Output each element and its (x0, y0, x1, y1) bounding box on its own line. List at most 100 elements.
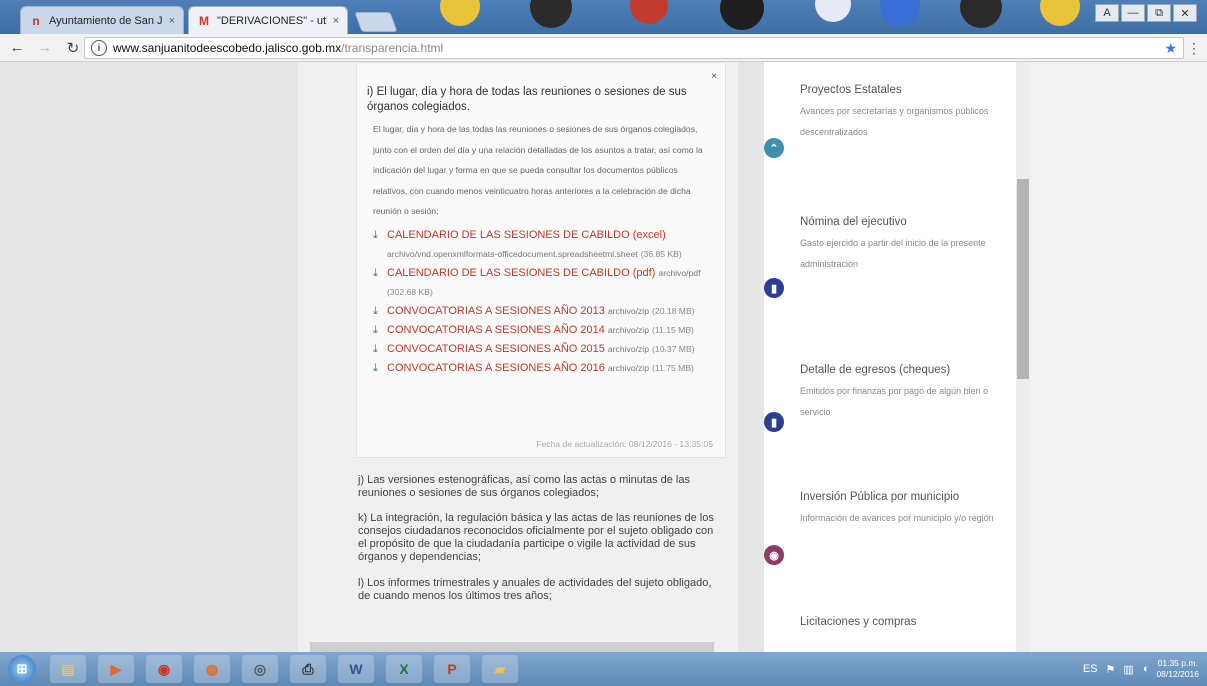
windows-taskbar: ⊞ ▤ ▶ ◉ ◍ ◎ ⎙ W X P ▰ ES ⚑ ▥ ◖ 01:35 p.m. 08/12/2… (0, 652, 1207, 686)
update-date: Fecha de actualización: 08/12/2016 - 13:… (536, 439, 713, 449)
sidebar-item-title[interactable]: Nómina del ejecutivo (800, 212, 1000, 233)
info-icon[interactable]: i (91, 40, 107, 56)
powerpoint-icon[interactable]: P (434, 655, 470, 683)
tab-close-icon[interactable]: × (333, 15, 339, 27)
location-icon: ◉ (764, 545, 784, 565)
volume-icon[interactable]: ◖ (1142, 663, 1149, 675)
file-link[interactable]: CALENDARIO DE LAS SESIONES DE CABILDO (p… (387, 267, 655, 279)
item-j: j) Las versiones estenográficas, así com… (358, 474, 690, 499)
new-tab-button[interactable] (354, 12, 398, 32)
horizontal-scrollbar[interactable] (310, 642, 714, 652)
sidebar-item-desc: Gasto ejercido a partir del inicio de la… (800, 238, 986, 269)
tab-derivaciones[interactable]: M "DERIVACIONES" - utm × (188, 6, 348, 34)
flag-icon[interactable]: ⚑ (1106, 663, 1116, 676)
file-list: ⤓ CALENDARIO DE LAS SESIONES DE CABILDO (… (373, 226, 713, 378)
chevrons-up-icon: ⌃ (764, 138, 784, 158)
panel-title: i) El lugar, día y hora de todas las reu… (367, 86, 687, 113)
printer-icon[interactable]: ⎙ (290, 655, 326, 683)
explorer-icon[interactable]: ▤ (50, 655, 86, 683)
file-link[interactable]: CONVOCATORIAS A SESIONES AÑO 2015 (387, 343, 605, 355)
file-size: (11.75 MB) (652, 362, 694, 373)
file-link[interactable]: CONVOCATORIAS A SESIONES AÑO 2014 (387, 324, 605, 336)
sidebar-item-desc: Información de avances por municipio y/o… (800, 513, 994, 523)
detail-panel: × i) El lugar, día y hora de todas las r… (356, 62, 726, 458)
url-path: /transparencia.html (341, 41, 444, 55)
file-type: archivo/zip (607, 324, 649, 335)
sidebar-item-desc: Avances por secretarías y organismos púb… (800, 106, 989, 137)
file-type: archivo/zip (607, 343, 649, 354)
scrollbar-thumb[interactable] (1017, 179, 1029, 379)
tab-close-icon[interactable]: × (169, 15, 175, 27)
file-size: (20.18 MB) (652, 305, 695, 316)
download-icon[interactable]: ⤓ (373, 264, 387, 302)
file-type: archivo/pdf (658, 267, 701, 278)
panel-description: El lugar, día y hora de las todas las re… (373, 124, 703, 217)
reload-icon[interactable]: ↻ (62, 37, 84, 59)
download-icon[interactable]: ⤓ (373, 226, 387, 264)
file-size: (36.85 KB) (640, 248, 682, 259)
vertical-scrollbar[interactable] (1016, 62, 1030, 652)
download-icon[interactable]: ⤓ (373, 321, 387, 340)
page-margin (1030, 62, 1207, 652)
start-button[interactable]: ⊞ (0, 652, 44, 686)
menu-icon[interactable]: ⋮ (1187, 40, 1201, 57)
clock-date: 08/12/2016 (1156, 669, 1199, 679)
window-controls: A — ⧉ ✕ (1095, 4, 1197, 22)
forward-icon[interactable]: → (34, 37, 56, 59)
address-bar[interactable]: i www.sanjuanitodeescobedo.jalisco.gob.m… (84, 37, 1184, 59)
tab-label: "DERIVACIONES" - utm (217, 14, 327, 27)
browser-titlebar: n Ayuntamiento de San J × M "DERIVACIONE… (0, 0, 1207, 34)
sidebar-item-title[interactable]: Licitaciones y compras (800, 612, 1000, 633)
minimize-button[interactable]: — (1121, 4, 1145, 22)
sidebar-item[interactable]: Licitaciones y compras (800, 612, 1000, 633)
tab-ayuntamiento[interactable]: n Ayuntamiento de San J × (20, 6, 184, 34)
close-icon[interactable]: × (711, 71, 717, 82)
n-favicon-icon: n (32, 13, 40, 28)
bookmark-star-icon[interactable]: ★ (1164, 40, 1177, 57)
close-window-button[interactable]: ✕ (1173, 4, 1197, 22)
file-link[interactable]: CALENDARIO DE LAS SESIONES DE CABILDO (e… (387, 229, 666, 241)
media-player-icon[interactable]: ▶ (98, 655, 134, 683)
sidebar-item-title[interactable]: Inversión Pública por municipio (800, 487, 1000, 508)
file-type: archivo/vnd.openxmlformats-officedocumen… (387, 248, 638, 259)
sidebar-item-desc: Emitidos por finanzas por pago de algún … (800, 386, 989, 417)
clock-time: 01:35 p.m. (1157, 658, 1198, 668)
file-size: (11.15 MB) (652, 324, 694, 335)
system-tray: ES ⚑ ▥ ◖ 01:35 p.m. 08/12/2016 (1083, 658, 1207, 680)
item-k: k) La integración, la regulación básica … (358, 512, 714, 563)
file-link[interactable]: CONVOCATORIAS A SESIONES AÑO 2013 (387, 305, 605, 317)
chrome-icon[interactable]: ◉ (146, 655, 182, 683)
network-icon[interactable]: ▥ (1123, 663, 1133, 676)
file-item: ⤓ CALENDARIO DE LAS SESIONES DE CABILDO (… (373, 226, 713, 264)
file-link[interactable]: CONVOCATORIAS A SESIONES AÑO 2016 (387, 362, 605, 374)
file-item: ⤓ CONVOCATORIAS A SESIONES AÑO 2016 archi… (373, 359, 713, 378)
back-icon[interactable]: ← (6, 37, 28, 59)
gmail-icon: M (199, 13, 209, 28)
sidebar-item[interactable]: ⌃ Proyectos Estatales Avances por secretar… (764, 80, 1000, 158)
firefox-icon[interactable]: ◍ (194, 655, 230, 683)
browser-toolbar: ← → ↻ i www.sanjuanitodeescobedo.jalisco… (0, 34, 1207, 62)
restore-button[interactable]: ⧉ (1147, 4, 1171, 22)
sidebar-item[interactable]: ▮ Nómina del ejecutivo Gasto ejercido a pa… (764, 212, 1000, 298)
clock[interactable]: 01:35 p.m. 08/12/2016 (1156, 658, 1199, 680)
file-item: ⤓ CALENDARIO DE LAS SESIONES DE CABILDO (… (373, 264, 713, 302)
file-type: archivo/zip (607, 305, 649, 316)
sidebar-item-title[interactable]: Detalle de egresos (cheques) (800, 360, 1000, 381)
download-icon[interactable]: ⤓ (373, 340, 387, 359)
url-host: www.sanjuanitodeescobedo.jalisco.gob.mx (113, 41, 342, 55)
download-icon[interactable]: ⤓ (373, 359, 387, 378)
download-icon[interactable]: ⤓ (373, 302, 387, 321)
file-item: ⤓ CONVOCATORIAS A SESIONES AÑO 2013 archi… (373, 302, 713, 321)
folder-icon[interactable]: ▰ (482, 655, 518, 683)
page-viewport: × i) El lugar, día y hora de todas las r… (0, 62, 1207, 652)
profile-button[interactable]: A (1095, 4, 1119, 22)
sidebar-item[interactable]: ◉ Inversión Pública por municipio Informac… (764, 487, 1000, 565)
excel-icon[interactable]: X (386, 655, 422, 683)
language-indicator[interactable]: ES (1083, 663, 1098, 675)
file-item: ⤓ CONVOCATORIAS A SESIONES AÑO 2015 archi… (373, 340, 713, 359)
word-icon[interactable]: W (338, 655, 374, 683)
webcam-icon[interactable]: ◎ (242, 655, 278, 683)
tab-label: Ayuntamiento de San J (49, 14, 163, 27)
sidebar-item[interactable]: ▮ Detalle de egresos (cheques) Emitidos po… (764, 360, 1000, 432)
sidebar-item-title[interactable]: Proyectos Estatales (800, 80, 1000, 101)
